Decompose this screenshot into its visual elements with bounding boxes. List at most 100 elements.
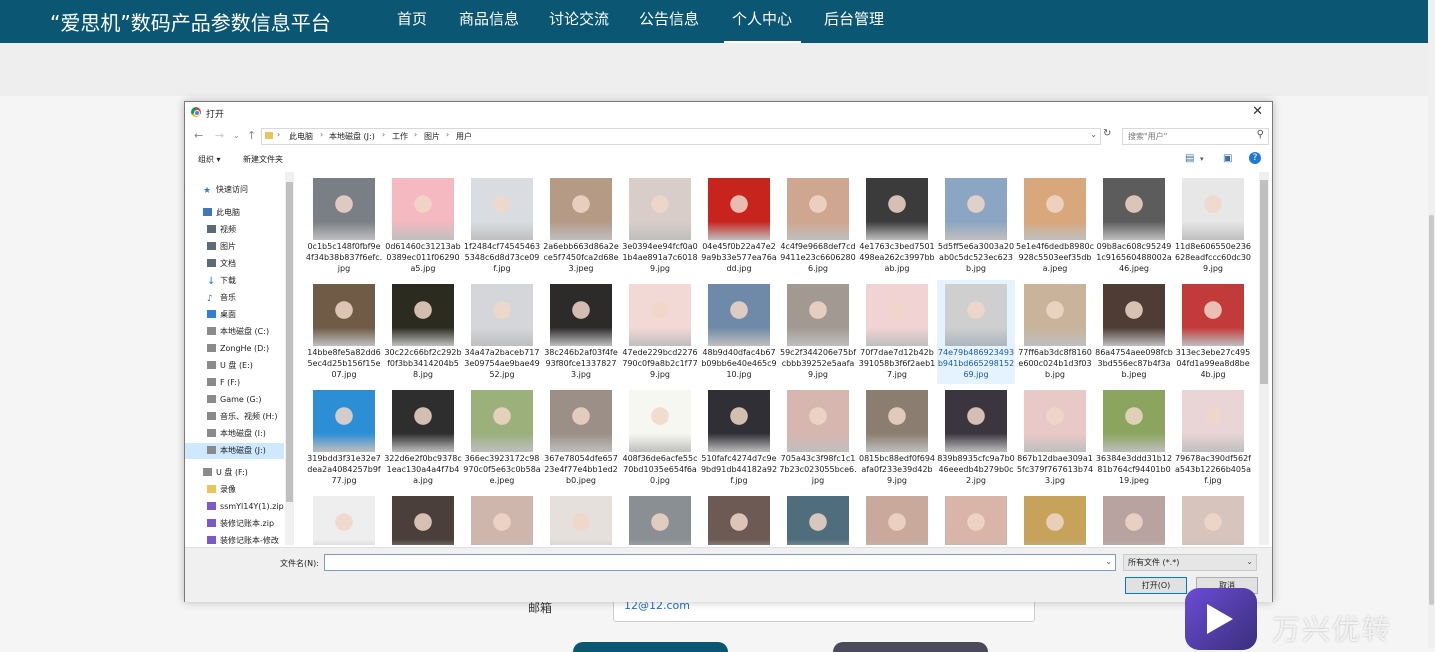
nav-home[interactable]: 首页 xyxy=(397,8,427,29)
sidebar-item[interactable]: 装修记账本.zip xyxy=(185,516,284,532)
search-input[interactable]: 搜索"用户" ⚲ xyxy=(1122,128,1269,145)
file-item[interactable]: 313ec3ebe27c49504fd1a99ea8d8be4b.jpg xyxy=(1174,280,1252,384)
nav-admin[interactable]: 后台管理 xyxy=(824,8,884,29)
file-item[interactable]: 1f2484cf745454635348c6d8d73ce09f.jpg xyxy=(463,174,541,278)
breadcrumb-users[interactable]: 用户 xyxy=(456,131,472,142)
filename-input[interactable]: ⌄ xyxy=(324,554,1116,571)
file-item[interactable]: 70f7dae7d12b42b391058b3f6f2aeb17.jpg xyxy=(858,280,936,384)
submit-button[interactable] xyxy=(573,642,728,652)
file-item[interactable]: 867b12dbae309a15fc379f767613b743.jpg xyxy=(1016,386,1094,490)
file-item[interactable]: 09b8ac608c952491c916560488002a46.jpeg xyxy=(1095,174,1173,278)
nav-discussion[interactable]: 讨论交流 xyxy=(549,8,609,29)
file-item[interactable]: 705a43c3f98fc1c17b23c023055bce6.jpg xyxy=(779,386,857,490)
file-item[interactable]: 322d6e2f0bc9378c1eac130a4a4f7b4a.jpg xyxy=(384,386,462,490)
breadcrumb-pictures[interactable]: 图片 xyxy=(424,131,440,142)
file-item[interactable]: 510fafc4274d7c9e9bd91db44182a92f.jpg xyxy=(700,386,778,490)
file-item[interactable] xyxy=(1174,492,1252,545)
file-item[interactable]: 367e78054dfe65723e4f77e4bb1ed2b0.jpeg xyxy=(542,386,620,490)
forward-arrow-icon[interactable]: → xyxy=(215,129,224,142)
sidebar-item[interactable]: U 盘 (E:) xyxy=(185,358,284,374)
file-item[interactable] xyxy=(1016,492,1094,545)
file-item[interactable]: 04e45f0b22a47e29a9b33e577ea76add.jpg xyxy=(700,174,778,278)
sidebar-item[interactable]: 视频 xyxy=(185,222,284,238)
sidebar-scrollbar-thumb[interactable] xyxy=(286,182,293,502)
file-item[interactable]: 77ff6ab3dc8f8160e600c024b1d3f03b.jpg xyxy=(1016,280,1094,384)
sidebar-item[interactable]: 此电脑 xyxy=(185,205,284,221)
refresh-icon[interactable]: ↻ xyxy=(1103,128,1111,139)
file-item[interactable]: 4e1763c3bed7501498ea262c3997bbab.jpg xyxy=(858,174,936,278)
up-arrow-icon[interactable]: ↑ xyxy=(247,129,256,142)
address-bar[interactable]: › 此电脑 › 本地磁盘 (J:) › 工作 › 图片 › 用户 ⌄ xyxy=(261,128,1101,145)
file-item[interactable] xyxy=(858,492,936,545)
breadcrumb-this-pc[interactable]: 此电脑 xyxy=(289,131,313,142)
file-item[interactable]: 38c246b2af03f4fe93f80fce13378273.jpg xyxy=(542,280,620,384)
file-item[interactable]: 4c4f9e9668def7cd9411e23c66062806.jpg xyxy=(779,174,857,278)
file-item[interactable] xyxy=(937,492,1015,545)
file-item[interactable]: 74e79b486923493b941bd66529815269.jpg xyxy=(937,280,1015,384)
file-item[interactable] xyxy=(384,492,462,545)
breadcrumb-drive-j[interactable]: 本地磁盘 (J:) xyxy=(329,131,375,142)
file-item[interactable] xyxy=(463,492,541,545)
file-item[interactable]: 59c2f344206e75bfcbbb39252e5aafa9.jpg xyxy=(779,280,857,384)
file-item[interactable]: 79678ac390df562fa543b12266b405af.jpg xyxy=(1174,386,1252,490)
back-arrow-icon[interactable]: ← xyxy=(194,129,203,142)
file-item[interactable]: 30c22c66bf2c292bf0f3bb3414204b58.jpg xyxy=(384,280,462,384)
help-icon[interactable]: ? xyxy=(1249,152,1261,164)
breadcrumb-work[interactable]: 工作 xyxy=(392,131,408,142)
file-item[interactable]: 11d8e606550e236628eadfccc60dc309.jpg xyxy=(1174,174,1252,278)
file-item[interactable]: 0815bc88edf0f694afa0f233e39d42b9.jpg xyxy=(858,386,936,490)
file-item[interactable] xyxy=(621,492,699,545)
sidebar-item[interactable]: U 盘 (F:) xyxy=(185,465,284,481)
new-folder-button[interactable]: 新建文件夹 xyxy=(243,154,283,165)
sidebar-item[interactable]: ZongHe (D:) xyxy=(185,341,284,357)
file-item[interactable]: 86a4754aee098fcb3bd556ec87b4f3ab.jpeg xyxy=(1095,280,1173,384)
sidebar-item[interactable]: F (F:) xyxy=(185,375,284,391)
file-item[interactable]: 5e1e4f6dedb8980c928c5503eef35dba.jpeg xyxy=(1016,174,1094,278)
file-item[interactable] xyxy=(305,492,383,545)
file-item[interactable]: 319bdd3f31e32e7dea2a4084257b9f77.jpg xyxy=(305,386,383,490)
file-item[interactable]: 34a47a2baceb7173e09754ae9bae4952.jpg xyxy=(463,280,541,384)
sidebar-item[interactable]: 本地磁盘 (C:) xyxy=(185,324,284,340)
sidebar-item[interactable]: 本地磁盘 (I:) xyxy=(185,426,284,442)
file-item[interactable]: 47ede229bcd2276790c0f9a8b2c1f779.jpg xyxy=(621,280,699,384)
sidebar-item[interactable]: 图片 xyxy=(185,239,284,255)
file-item[interactable]: 48b9d40dfac4b67b09bb6e40e465c910.jpg xyxy=(700,280,778,384)
file-item[interactable] xyxy=(779,492,857,545)
file-item[interactable]: 366ec3923172c98970c0f5e63c0b58ae.jpeg xyxy=(463,386,541,490)
file-item[interactable]: 5d5ff5e6a3003a20ab0c5dc523ec623b.jpg xyxy=(937,174,1015,278)
nav-personal-center[interactable]: 个人中心 xyxy=(732,8,792,29)
close-icon[interactable]: ✕ xyxy=(1252,104,1263,119)
page-scrollbar[interactable] xyxy=(1428,0,1435,648)
sidebar-item[interactable]: 文档 xyxy=(185,256,284,272)
reset-button[interactable] xyxy=(833,642,988,652)
file-item[interactable]: 0d61460c31213ab0389ec011f06290a5.jpg xyxy=(384,174,462,278)
sidebar-item[interactable]: ★ 快速访问 xyxy=(185,182,284,198)
file-item[interactable] xyxy=(542,492,620,545)
nav-announcements[interactable]: 公告信息 xyxy=(639,8,699,29)
file-item[interactable] xyxy=(1095,492,1173,545)
sidebar-item[interactable]: 装修记账本-修改 xyxy=(185,533,284,545)
address-dropdown-icon[interactable]: ⌄ xyxy=(1090,130,1097,139)
sidebar-item[interactable]: ↓ 下载 xyxy=(185,273,284,289)
view-options-icon[interactable]: ▤ xyxy=(1185,153,1194,164)
sidebar-item[interactable]: 本地磁盘 (J:) xyxy=(185,443,284,459)
recent-dropdown-icon[interactable]: ⌄ xyxy=(233,131,240,140)
sidebar-item[interactable]: ♪ 音乐 xyxy=(185,290,284,306)
sidebar-item[interactable]: 录像 xyxy=(185,482,284,498)
sidebar-item[interactable]: ssmYl14Y(1).zip xyxy=(185,499,284,515)
file-item[interactable] xyxy=(700,492,778,545)
nav-products[interactable]: 商品信息 xyxy=(459,8,519,29)
file-item[interactable]: 408f36de6acfe55c70bd1035e654f6a0.jpg xyxy=(621,386,699,490)
organize-button[interactable]: 组织 ▾ xyxy=(198,154,221,165)
file-item[interactable]: 2a6ebb663d86a2ece5f7450fca2d68e3.jpeg xyxy=(542,174,620,278)
page-scrollbar-thumb[interactable] xyxy=(1429,215,1434,605)
preview-pane-icon[interactable]: ▣ xyxy=(1223,153,1232,164)
open-button[interactable]: 打开(O) xyxy=(1125,577,1187,594)
file-item[interactable]: 839b8935cfc9a7b046eeedb4b279b0c2.jpg xyxy=(937,386,1015,490)
view-dropdown-icon[interactable]: ▾ xyxy=(1200,155,1204,163)
sidebar-item[interactable]: 音乐、视频 (H:) xyxy=(185,409,284,425)
file-item[interactable]: 14bbe8fe5a82dd65ec4d25b156f15e07.jpg xyxy=(305,280,383,384)
file-item[interactable]: 36384e3ddd31b1281b764cf94401b019.jpeg xyxy=(1095,386,1173,490)
file-item[interactable]: 3e0394ee94fcf0a01b4ae891a7c60189.jpg xyxy=(621,174,699,278)
sidebar-item[interactable]: Game (G:) xyxy=(185,392,284,408)
